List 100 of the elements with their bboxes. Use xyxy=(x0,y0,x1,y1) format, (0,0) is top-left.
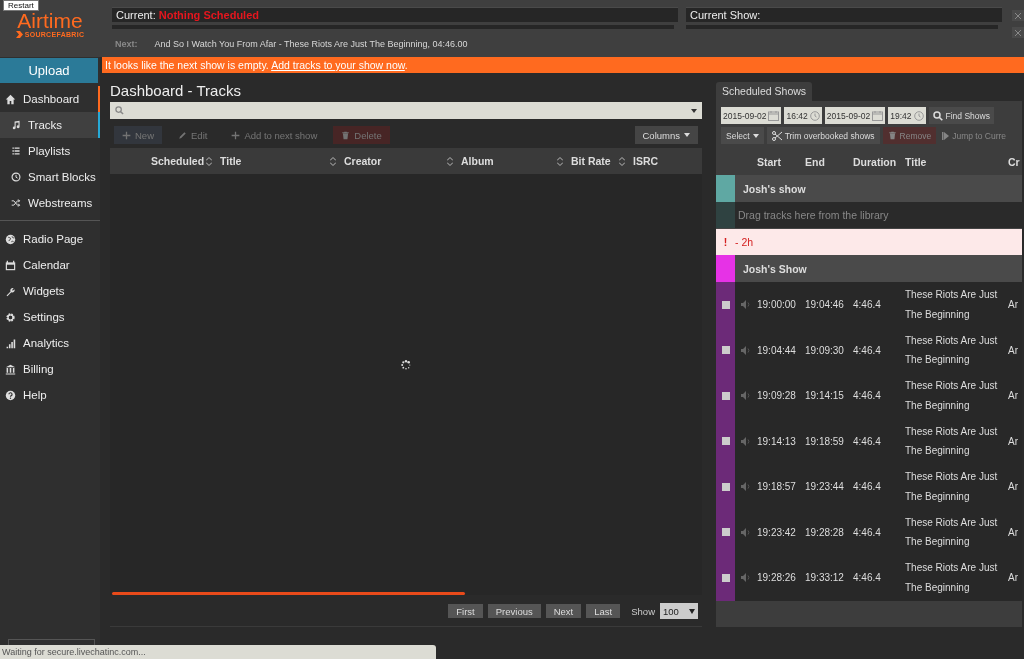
columns-button[interactable]: Columns xyxy=(634,126,698,144)
column-header[interactable]: ISRC xyxy=(633,155,659,167)
logo-text: Airtime xyxy=(17,11,83,31)
pager-button[interactable]: Previous xyxy=(487,604,541,618)
sort-icon xyxy=(557,156,563,166)
close-button[interactable] xyxy=(1012,27,1024,38)
sidebar-item[interactable]: Calendar xyxy=(0,252,100,278)
help-icon xyxy=(5,389,16,401)
show-row[interactable]: Josh's show xyxy=(716,175,1022,202)
sort-icon xyxy=(330,156,336,166)
end-time: 19:23:44 xyxy=(805,481,845,493)
spinner-icon xyxy=(401,359,411,370)
checkbox[interactable] xyxy=(721,346,730,355)
upload-button[interactable]: Upload xyxy=(0,58,98,83)
speaker-icon xyxy=(741,527,751,537)
shuffle-icon xyxy=(11,198,21,208)
search-field[interactable] xyxy=(110,102,702,119)
end-time: 19:18:59 xyxy=(805,435,845,447)
sidebar-item[interactable]: Analytics xyxy=(0,330,100,356)
panel-tab[interactable]: Scheduled Shows xyxy=(716,82,813,101)
current-value: Nothing Scheduled xyxy=(158,9,260,21)
plus-icon xyxy=(231,130,241,140)
track-creator: Ar xyxy=(1008,344,1019,356)
music-note-icon xyxy=(11,120,21,130)
track-title: These Riots Are Just The Beginning xyxy=(905,515,999,550)
close-button[interactable] xyxy=(1012,10,1024,21)
track-creator: Ar xyxy=(1008,435,1019,447)
caret-icon xyxy=(684,133,690,137)
column-header[interactable]: Album xyxy=(461,155,494,167)
start-time: 19:04:44 xyxy=(757,344,797,356)
globe-icon xyxy=(5,233,16,245)
find-shows-button[interactable]: Find Shows xyxy=(928,107,994,124)
action-button[interactable]: Select xyxy=(721,127,764,144)
alert-text: It looks like the next show is empty. xyxy=(105,59,270,71)
speaker-icon xyxy=(741,436,751,446)
caret-icon xyxy=(752,133,759,138)
panel-title: Dashboard - Tracks xyxy=(110,82,242,101)
calendar-icon xyxy=(872,110,884,121)
tooltip: Restart xyxy=(3,0,39,11)
checkbox[interactable] xyxy=(721,391,730,400)
show-row[interactable]: Josh's Show xyxy=(716,255,1022,282)
sidebar-item[interactable]: Billing xyxy=(0,356,100,382)
track-creator: Ar xyxy=(1008,572,1019,584)
trash-icon xyxy=(887,131,897,140)
pager-button[interactable]: First xyxy=(448,604,483,618)
column-header[interactable]: Bit Rate xyxy=(571,155,611,167)
speaker-icon xyxy=(741,482,751,492)
column-header[interactable]: Scheduled xyxy=(151,155,205,167)
next-label: Next: xyxy=(115,39,138,49)
start-time: 19:28:26 xyxy=(757,572,797,584)
track-title: These Riots Are Just The Beginning xyxy=(905,379,999,413)
column-header[interactable]: Cr xyxy=(1008,155,1022,168)
close-icon xyxy=(1015,29,1021,36)
action-button[interactable]: Trim overbooked shows xyxy=(766,127,880,144)
start-time: 19:23:42 xyxy=(757,526,797,538)
column-header[interactable]: Creator xyxy=(344,155,382,167)
show-title: Josh's Show xyxy=(742,262,808,275)
end-time: 19:33:12 xyxy=(805,572,845,584)
duration: 4:46.4 xyxy=(853,526,882,538)
wrench-icon xyxy=(5,285,16,297)
page-size-select[interactable]: 100 xyxy=(660,603,698,619)
show-label: Show xyxy=(631,605,655,617)
checkbox[interactable] xyxy=(721,482,730,491)
warning-mark: ! xyxy=(722,236,729,248)
sidebar-item[interactable]: Help xyxy=(0,382,100,408)
time-field[interactable]: 19:42 xyxy=(888,107,926,124)
clock-icon xyxy=(11,172,21,182)
clock-icon xyxy=(913,110,924,121)
end-time: 19:09:30 xyxy=(805,344,845,356)
column-header[interactable]: Title xyxy=(220,155,242,167)
scissors-icon xyxy=(771,130,782,141)
calendar-icon xyxy=(5,259,16,271)
duration: 4:46.4 xyxy=(853,344,882,356)
sort-icon xyxy=(206,156,212,166)
time-field[interactable]: 16:42 xyxy=(784,107,822,124)
sidebar-item[interactable]: Playlists xyxy=(0,138,100,164)
pager-button[interactable]: Next xyxy=(545,604,582,618)
trash-icon xyxy=(341,130,351,140)
sidebar-item[interactable]: Webstreams xyxy=(0,190,100,216)
checkbox[interactable] xyxy=(721,573,730,582)
column-header[interactable]: Title xyxy=(905,155,1008,168)
sidebar-item[interactable]: Settings xyxy=(0,304,100,330)
checkbox[interactable] xyxy=(721,528,730,537)
checkbox[interactable] xyxy=(721,437,730,446)
column-header[interactable]: End xyxy=(805,155,853,168)
column-header[interactable]: Duration xyxy=(853,155,905,168)
caret-icon xyxy=(691,108,697,113)
start-time: 19:14:13 xyxy=(757,435,797,447)
pager-button[interactable]: Last xyxy=(586,604,621,618)
clock-icon xyxy=(809,110,820,121)
sidebar-item[interactable]: Radio Page xyxy=(0,226,100,252)
sidebar-item[interactable]: Smart Blocks xyxy=(0,164,100,190)
date-field[interactable]: 2015-09-02 xyxy=(721,107,782,124)
sidebar-item[interactable]: Widgets xyxy=(0,278,100,304)
date-field[interactable]: 2015-09-02 xyxy=(824,107,886,124)
sidebar-item[interactable]: Tracks xyxy=(0,112,100,138)
track-title: These Riots Are Just The Beginning xyxy=(905,424,999,459)
track-creator: Ar xyxy=(1008,526,1019,538)
checkbox[interactable] xyxy=(721,300,730,309)
column-header[interactable]: Start xyxy=(757,155,805,168)
